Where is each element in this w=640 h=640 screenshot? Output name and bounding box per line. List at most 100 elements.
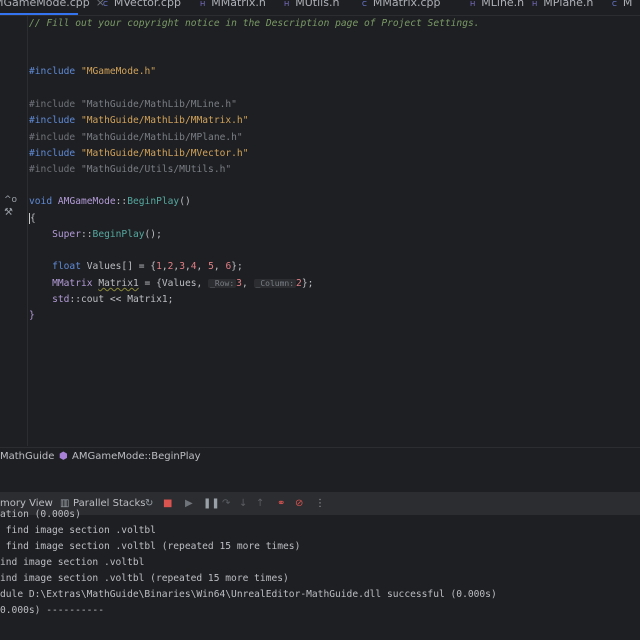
code-token: , xyxy=(241,278,254,289)
tab-label: MUtils.h xyxy=(295,0,340,9)
code-token: () xyxy=(179,196,191,207)
tab-m[interactable]: CM xyxy=(612,0,632,9)
tab-label: MMatrix.h xyxy=(211,0,266,9)
breakpoints-icon[interactable]: ⚭ xyxy=(277,493,285,515)
rerun-icon[interactable]: ↻ xyxy=(145,493,153,515)
tab-label: MVector.cpp xyxy=(113,0,181,9)
code-line: #include "MathGuide/MathLib/MVector.h" xyxy=(29,147,249,161)
step-over-icon[interactable]: ↷ xyxy=(222,493,230,515)
code-token: "MGameMode.h" xyxy=(80,66,157,77)
code-token: }; xyxy=(231,261,243,272)
console-line: dule D:\Extras\MathGuide\Binaries\Win64\… xyxy=(0,589,497,600)
breadcrumb-item[interactable]: AMGameMode::BeginPlay xyxy=(72,448,201,466)
console-output[interactable]: ation (0.000s) find image section .voltb… xyxy=(0,509,640,625)
code-token: "MathGuide/MathLib/MPlane.h" xyxy=(80,132,243,143)
code-token: "MathGuide/MathLib/MLine.h" xyxy=(80,99,237,110)
tab-mutils-h[interactable]: H MUtils.h xyxy=(284,0,339,9)
code-line: float Values[] = {1,2,3,4, 5, 6}; xyxy=(29,260,243,274)
code-token: { xyxy=(29,213,36,224)
mute-breakpoints-icon[interactable]: ⊘ xyxy=(295,493,303,515)
debug-toolbar: mory View ▥ Parallel Stacks ↻ ■ ▶ ❚❚ ↷ ↓… xyxy=(0,492,640,515)
code-line: MMatrix Matrix1 = {Values, _Row: 3, _Colu… xyxy=(29,277,313,291)
code-token: (); xyxy=(144,229,162,240)
code-token: "MathGuide/Utils/MUtils.h" xyxy=(80,164,232,175)
code-token: :: xyxy=(80,229,93,240)
breadcrumb-item[interactable]: MathGuide xyxy=(0,448,54,466)
code-token: }; xyxy=(301,278,314,289)
editor-tabs: MGameMode.cpp × C MVector.cpp H MMatrix.h H MUt… xyxy=(0,0,640,16)
implements-icon[interactable]: ^o xyxy=(4,195,17,205)
code-line: #include "MathGuide/MathLib/MPlane.h" xyxy=(29,131,243,145)
step-into-icon[interactable]: ↓ xyxy=(239,493,247,515)
console-line: find image section .voltbl xyxy=(0,525,156,536)
code-token: #include xyxy=(29,148,81,159)
code-token: Matrix1 xyxy=(98,278,139,289)
cpp-file-icon: C xyxy=(612,0,617,8)
code-token: #include xyxy=(29,99,81,110)
header-file-icon: H xyxy=(200,0,206,8)
code-line: #include "MGameMode.h" xyxy=(29,65,156,79)
resume-icon[interactable]: ▶ xyxy=(185,493,193,515)
header-file-icon: H xyxy=(284,0,290,8)
console-line: find image section .voltbl (repeated 15 … xyxy=(0,541,301,552)
code-token: float xyxy=(29,261,87,272)
tab-label: MLine.h xyxy=(481,0,525,9)
breadcrumb: MathGuide ⬢ AMGameMode::BeginPlay xyxy=(0,447,640,466)
code-token: ::cout << Matrix1; xyxy=(69,294,174,305)
code-token: Values[] = { xyxy=(86,261,157,272)
code-line: std::cout << Matrix1; xyxy=(29,293,173,307)
console-line: ind image section .voltbl xyxy=(0,557,145,568)
code-token: "MathGuide/MathLib/MMatrix.h" xyxy=(80,115,249,126)
code-token: BeginPlay xyxy=(127,196,180,207)
code-token: , xyxy=(213,261,226,272)
code-token: #include xyxy=(29,164,81,175)
code-token: #include xyxy=(29,132,81,143)
code-token: "MathGuide/MathLib/MVector.h" xyxy=(80,148,249,159)
cpp-file-icon: C xyxy=(362,0,367,8)
code-line: #include "MathGuide/MathLib/MLine.h" xyxy=(29,98,237,112)
gutter-divider xyxy=(27,16,28,446)
header-file-icon: H xyxy=(470,0,476,8)
tab-mplane-h[interactable]: H MPlane.h xyxy=(532,0,593,9)
code-line: #include "MathGuide/Utils/MUtils.h" xyxy=(29,163,231,177)
code-token: #include xyxy=(29,66,81,77)
stop-icon[interactable]: ■ xyxy=(163,493,172,515)
tab-parallel-stacks[interactable]: Parallel Stacks xyxy=(73,493,146,515)
console-line: ind image section .voltbl (repeated 15 m… xyxy=(0,573,289,584)
active-tab-indicator xyxy=(0,13,78,15)
tab-label: MGameMode.cpp xyxy=(0,0,90,9)
gutter-icons: ^o ⚒ xyxy=(4,195,17,218)
code-token: , xyxy=(196,261,209,272)
console-line: 0.000s) ---------- xyxy=(0,605,104,616)
header-file-icon: H xyxy=(532,0,538,8)
pause-icon[interactable]: ❚❚ xyxy=(203,493,220,515)
code-line: // Fill out your copyright notice in the… xyxy=(29,17,480,31)
hammer-icon[interactable]: ⚒ xyxy=(4,207,17,218)
cpp-file-icon: C xyxy=(103,0,108,8)
method-icon: ⬢ xyxy=(59,451,68,462)
code-token: std xyxy=(29,294,70,305)
tab-label: MMatrix.cpp xyxy=(372,0,441,9)
tab-mmatrix-h[interactable]: H MMatrix.h xyxy=(200,0,266,9)
code-token: #include xyxy=(29,115,81,126)
code-token: MMatrix xyxy=(29,278,99,289)
code-line: } xyxy=(29,309,35,323)
code-line: void AMGameMode::BeginPlay() xyxy=(29,195,191,209)
code-token: Super xyxy=(29,229,81,240)
code-token: BeginPlay xyxy=(92,229,145,240)
tab-mmatrix-cpp[interactable]: C MMatrix.cpp xyxy=(362,0,441,9)
code-token: // Fill out your copyright notice in the… xyxy=(29,18,480,29)
tab-label: M xyxy=(622,0,633,9)
code-line: Super::BeginPlay(); xyxy=(29,228,162,242)
code-token: AMGameMode xyxy=(57,196,116,207)
tab-label: MPlane.h xyxy=(543,0,594,9)
code-line: #include "MathGuide/MathLib/MMatrix.h" xyxy=(29,114,249,128)
console-line: ation (0.000s) xyxy=(0,509,81,520)
tab-mline-h[interactable]: H MLine.h xyxy=(470,0,524,9)
more-icon[interactable]: ⋮ xyxy=(315,493,325,515)
tab-mvector-cpp[interactable]: C MVector.cpp xyxy=(103,0,181,9)
code-token: = {Values, xyxy=(138,278,209,289)
step-out-icon[interactable]: ↑ xyxy=(256,493,264,515)
code-line: { xyxy=(29,212,36,226)
tab-mgamemode-cpp[interactable]: MGameMode.cpp × xyxy=(0,0,105,9)
